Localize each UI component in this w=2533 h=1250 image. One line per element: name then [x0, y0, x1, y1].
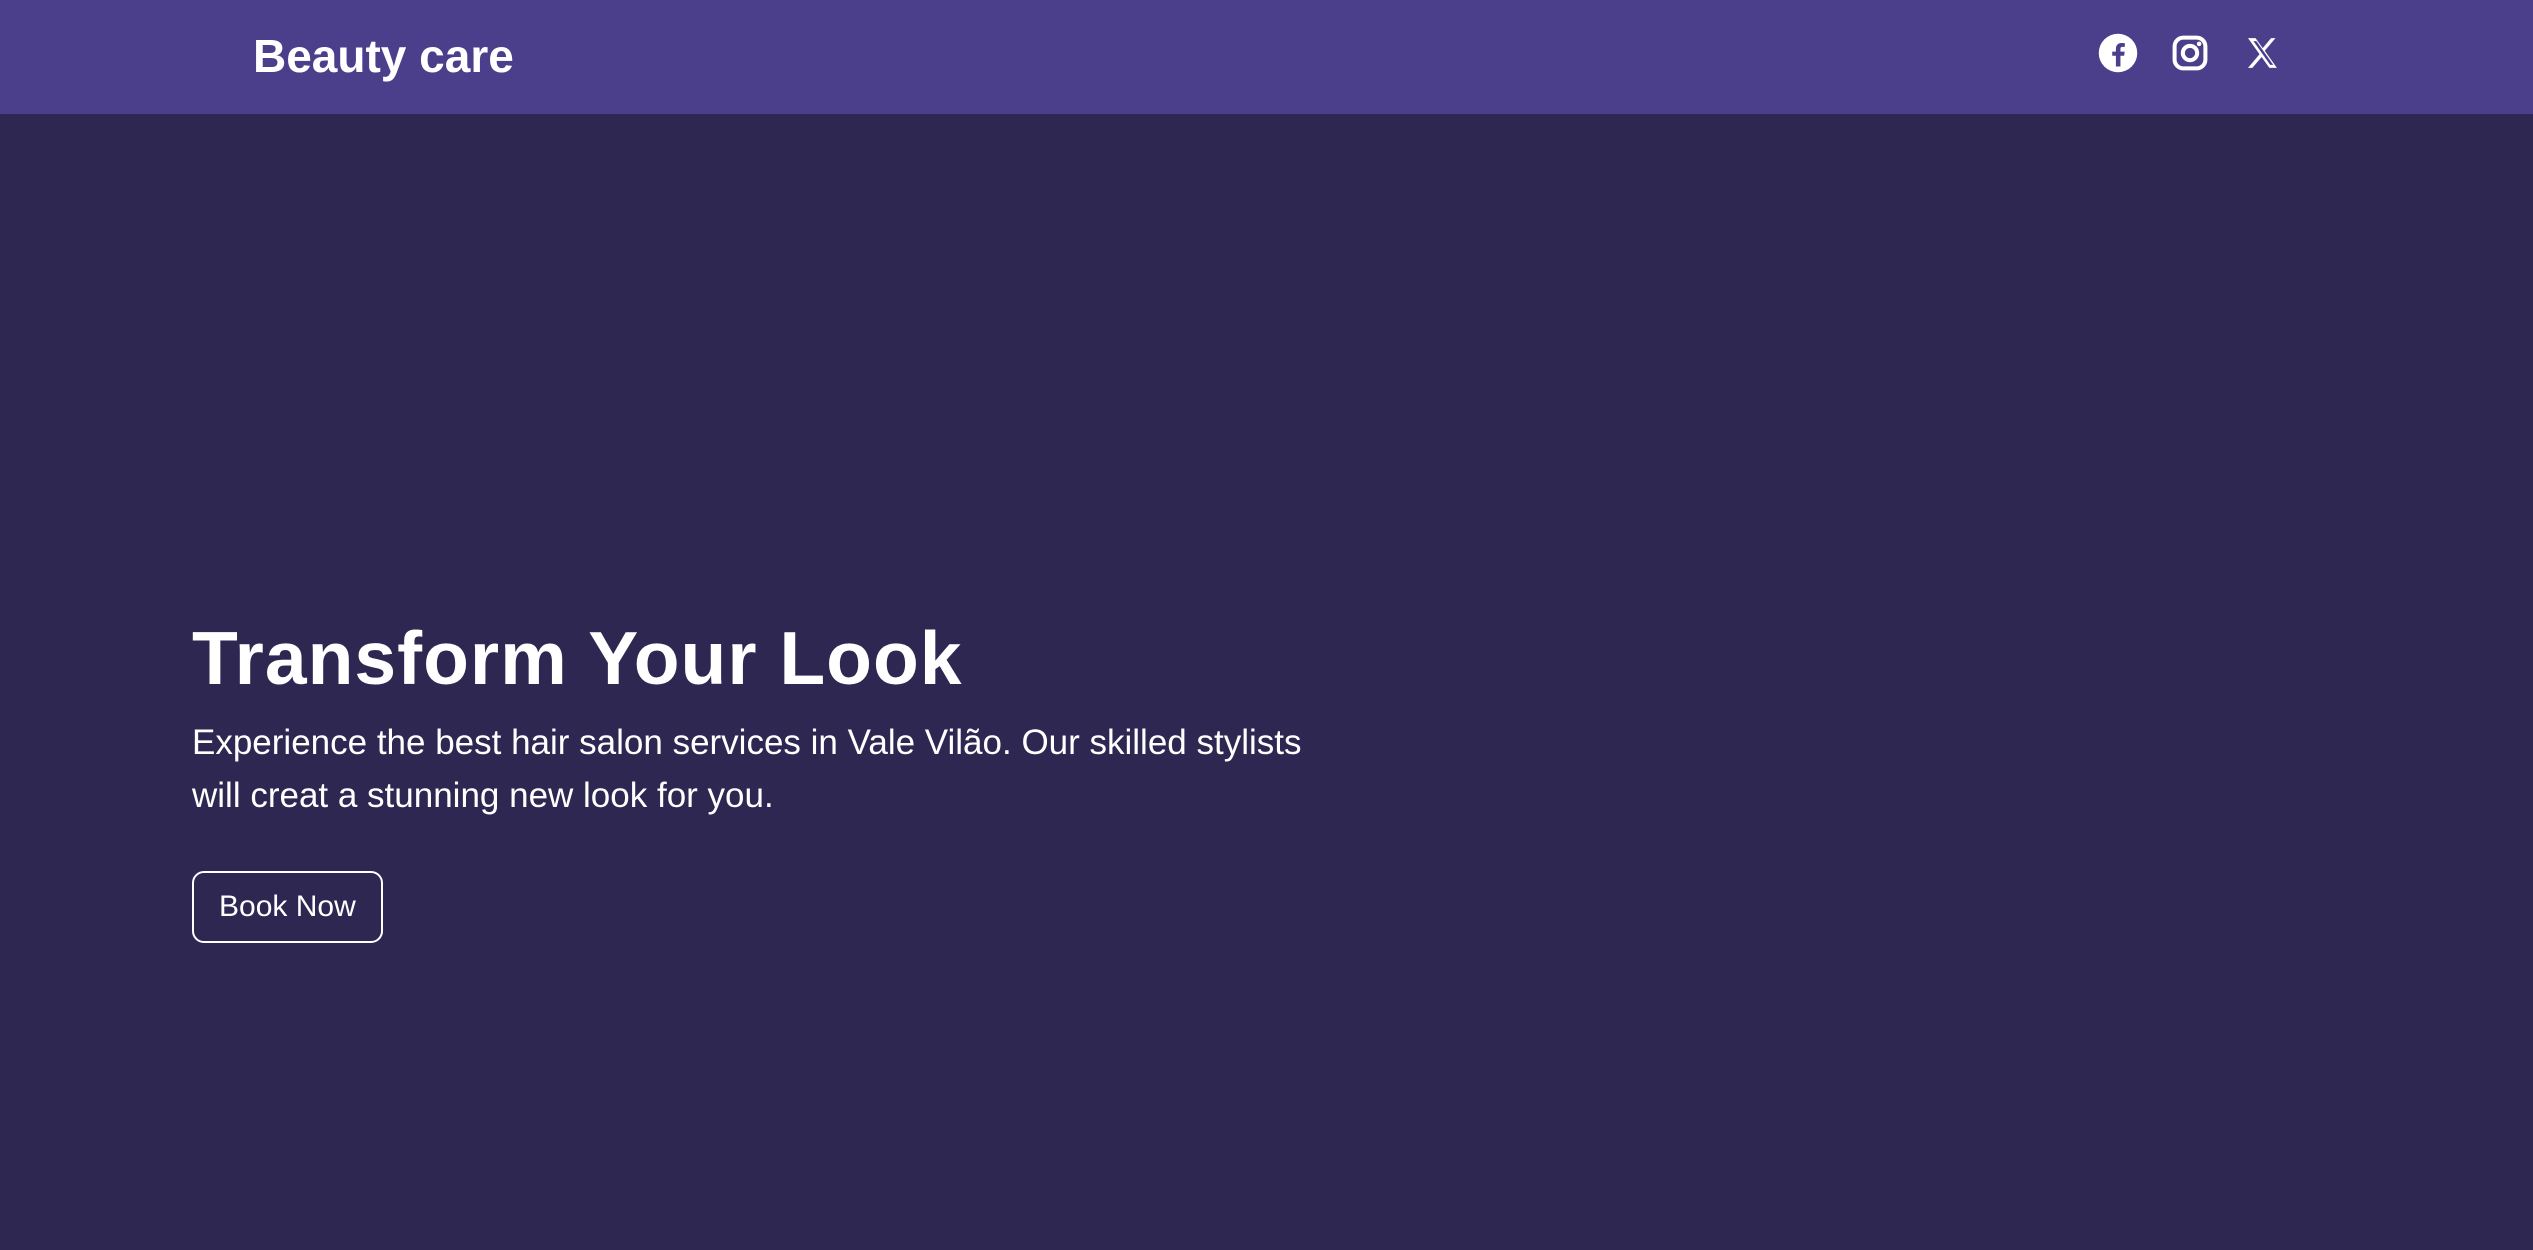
facebook-icon [2098, 33, 2138, 73]
x-link[interactable] [2241, 32, 2283, 74]
hero-title: Transform Your Look [192, 616, 963, 700]
book-now-button[interactable]: Book Now [192, 871, 383, 943]
instagram-link[interactable] [2169, 32, 2211, 74]
x-twitter-icon [2248, 38, 2277, 68]
hero-section: Transform Your Look Experience the best … [0, 114, 2533, 1250]
social-links [2097, 32, 2283, 74]
instagram-icon [2172, 35, 2208, 71]
brand-logo[interactable]: Beauty care [253, 26, 514, 86]
facebook-link[interactable] [2097, 32, 2139, 74]
hero-content: Transform Your Look Experience the best … [192, 614, 1352, 943]
hero-description: Experience the best hair salon services … [192, 723, 1302, 815]
top-navigation: Beauty care [0, 0, 2533, 114]
